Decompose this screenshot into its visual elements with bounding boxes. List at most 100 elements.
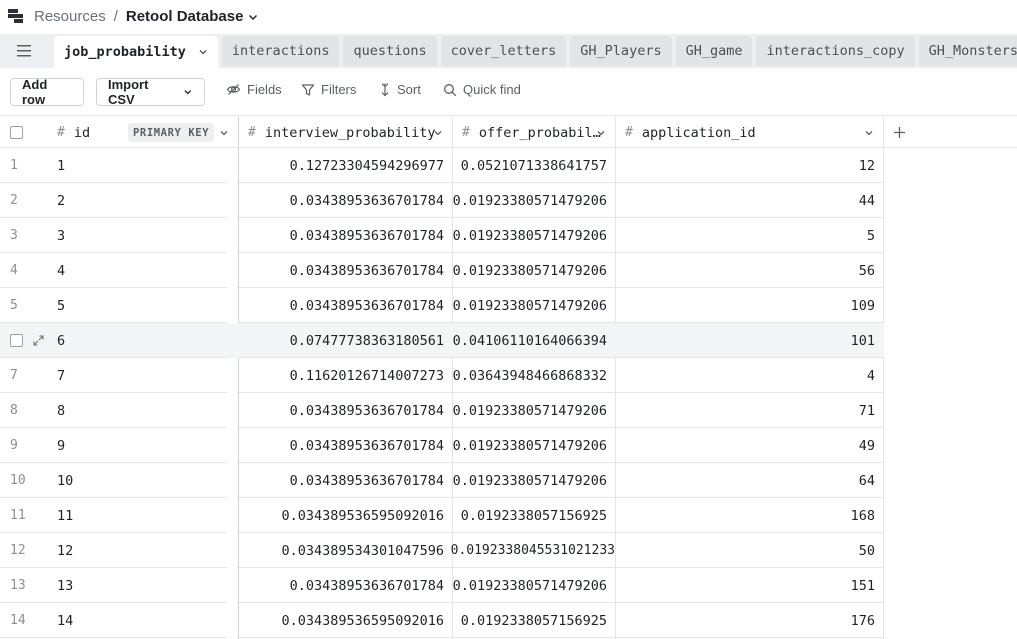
cell-id[interactable]: 13 [57, 568, 73, 603]
cell-application-id[interactable]: 151 [616, 568, 875, 603]
tab-gh-players[interactable]: GH_Players [570, 36, 672, 66]
table-row[interactable]: 7 7 0.11620126714007273 0.03643948466868… [0, 358, 884, 393]
tab-gh-monsters[interactable]: GH_Monsters [918, 36, 1017, 66]
chevron-down-icon[interactable] [433, 128, 443, 138]
cell-offer-probability[interactable]: 0.01923380571479206 [453, 183, 607, 218]
cell-offer-probability[interactable]: 0.01923380571479206 [453, 568, 607, 603]
chevron-down-icon[interactable] [198, 47, 208, 57]
cell-application-id[interactable]: 101 [616, 323, 875, 358]
cell-id[interactable]: 1 [57, 148, 65, 183]
select-all-checkbox[interactable] [10, 126, 23, 139]
cell-interview-probability[interactable]: 0.03438953636701784 [239, 393, 444, 428]
tab-cover-letters[interactable]: cover_letters [440, 36, 567, 66]
table-row[interactable]: 10 10 0.03438953636701784 0.019233805714… [0, 463, 884, 498]
table-row[interactable]: 12 12 0.034389534301047596 0.01923380455… [0, 533, 884, 568]
cell-application-id[interactable]: 64 [616, 463, 875, 498]
filters-button[interactable]: Filters [301, 82, 356, 97]
expand-row-icon[interactable] [33, 335, 44, 346]
retool-logo-icon[interactable] [7, 7, 25, 25]
table-row[interactable]: 5 5 0.03438953636701784 0.01923380571479… [0, 288, 884, 323]
tab-questions[interactable]: questions [343, 36, 437, 66]
import-csv-button[interactable]: Import CSV [96, 77, 205, 107]
breadcrumb-resources-link[interactable]: Resources [34, 8, 106, 25]
cell-interview-probability[interactable]: 0.034389534301047596 [239, 533, 444, 568]
cell-offer-probability[interactable]: 0.03643948466868332 [453, 358, 607, 393]
cell-application-id[interactable]: 50 [616, 533, 875, 568]
chevron-down-icon[interactable] [864, 128, 874, 138]
breadcrumb-current[interactable]: Retool Database [126, 8, 244, 25]
cell-offer-probability[interactable]: 0.01923380571479206 [453, 288, 607, 323]
cell-application-id[interactable]: 4 [616, 358, 875, 393]
cell-id[interactable]: 14 [57, 603, 73, 638]
cell-offer-probability[interactable]: 0.01923380571479206 [453, 253, 607, 288]
chevron-down-icon[interactable] [219, 128, 229, 138]
cell-interview-probability[interactable]: 0.03438953636701784 [239, 288, 444, 323]
chevron-down-icon[interactable] [247, 11, 259, 23]
cell-id[interactable]: 6 [57, 323, 65, 358]
cell-id[interactable]: 11 [57, 498, 73, 533]
add-row-button[interactable]: Add row [10, 77, 84, 107]
cell-offer-probability[interactable]: 0.01923380571479206 [453, 463, 607, 498]
table-row[interactable]: 8 8 0.03438953636701784 0.01923380571479… [0, 393, 884, 428]
cell-application-id[interactable]: 56 [616, 253, 875, 288]
cell-offer-probability[interactable]: 0.0521071338641757 [453, 148, 607, 183]
quick-find-button[interactable]: Quick find [443, 82, 521, 97]
cell-interview-probability[interactable]: 0.03438953636701784 [239, 253, 444, 288]
column-header-interview-probability[interactable]: # interview_probability [248, 117, 436, 148]
cell-id[interactable]: 5 [57, 288, 65, 323]
table-row[interactable]: 6 0.07477738363180561 0.0410611016406639… [0, 323, 884, 358]
cell-offer-probability[interactable]: 0.0192338045531021233 [451, 533, 615, 568]
cell-interview-probability[interactable]: 0.03438953636701784 [239, 463, 444, 498]
cell-interview-probability[interactable]: 0.03438953636701784 [239, 428, 444, 463]
column-header-offer-probability[interactable]: # offer_probabil… [462, 117, 601, 148]
table-row[interactable]: 9 9 0.03438953636701784 0.01923380571479… [0, 428, 884, 463]
cell-interview-probability[interactable]: 0.07477738363180561 [239, 323, 444, 358]
tab-job-probability[interactable]: job_probability [54, 36, 218, 68]
table-row[interactable]: 13 13 0.03438953636701784 0.019233805714… [0, 568, 884, 603]
cell-id[interactable]: 2 [57, 183, 65, 218]
cell-interview-probability[interactable]: 0.034389536595092016 [239, 603, 444, 638]
column-header-application-id[interactable]: # application_id [625, 117, 756, 148]
cell-offer-probability[interactable]: 0.01923380571479206 [453, 218, 607, 253]
table-row[interactable]: 2 2 0.03438953636701784 0.01923380571479… [0, 183, 884, 218]
cell-application-id[interactable]: 12 [616, 148, 875, 183]
cell-offer-probability[interactable]: 0.01923380571479206 [453, 428, 607, 463]
tab-interactions[interactable]: interactions [221, 36, 340, 66]
cell-id[interactable]: 8 [57, 393, 65, 428]
row-select-checkbox[interactable] [10, 334, 23, 347]
cell-interview-probability[interactable]: 0.03438953636701784 [239, 218, 444, 253]
table-row[interactable]: 3 3 0.03438953636701784 0.01923380571479… [0, 218, 884, 253]
cell-offer-probability[interactable]: 0.0192338057156925 [453, 603, 607, 638]
cell-application-id[interactable]: 71 [616, 393, 875, 428]
cell-application-id[interactable]: 49 [616, 428, 875, 463]
cell-application-id[interactable]: 109 [616, 288, 875, 323]
table-row[interactable]: 4 4 0.03438953636701784 0.01923380571479… [0, 253, 884, 288]
add-column-icon[interactable] [893, 126, 906, 139]
fields-button[interactable]: Fields [226, 82, 282, 97]
tab-interactions-copy[interactable]: interactions_copy [756, 36, 915, 66]
cell-application-id[interactable]: 44 [616, 183, 875, 218]
cell-application-id[interactable]: 168 [616, 498, 875, 533]
cell-interview-probability[interactable]: 0.11620126714007273 [239, 358, 444, 393]
table-row[interactable]: 11 11 0.034389536595092016 0.01923380571… [0, 498, 884, 533]
cell-interview-probability[interactable]: 0.03438953636701784 [239, 183, 444, 218]
tab-gh-game[interactable]: GH_game [675, 36, 753, 66]
cell-id[interactable]: 3 [57, 218, 65, 253]
cell-application-id[interactable]: 176 [616, 603, 875, 638]
cell-offer-probability[interactable]: 0.04106110164066394 [453, 323, 607, 358]
cell-interview-probability[interactable]: 0.12723304594296977 [239, 148, 444, 183]
cell-id[interactable]: 9 [57, 428, 65, 463]
cell-interview-probability[interactable]: 0.03438953636701784 [239, 568, 444, 603]
cell-id[interactable]: 4 [57, 253, 65, 288]
cell-id[interactable]: 7 [57, 358, 65, 393]
table-row[interactable]: 1 1 0.12723304594296977 0.05210713386417… [0, 148, 884, 183]
menu-icon[interactable] [14, 43, 34, 59]
cell-application-id[interactable]: 5 [616, 218, 875, 253]
chevron-down-icon[interactable] [596, 128, 606, 138]
cell-offer-probability[interactable]: 0.01923380571479206 [453, 393, 607, 428]
cell-id[interactable]: 10 [57, 463, 73, 498]
cell-id[interactable]: 12 [57, 533, 73, 568]
cell-interview-probability[interactable]: 0.034389536595092016 [239, 498, 444, 533]
table-row[interactable]: 14 14 0.034389536595092016 0.01923380571… [0, 603, 884, 638]
sort-button[interactable]: Sort [379, 82, 421, 97]
